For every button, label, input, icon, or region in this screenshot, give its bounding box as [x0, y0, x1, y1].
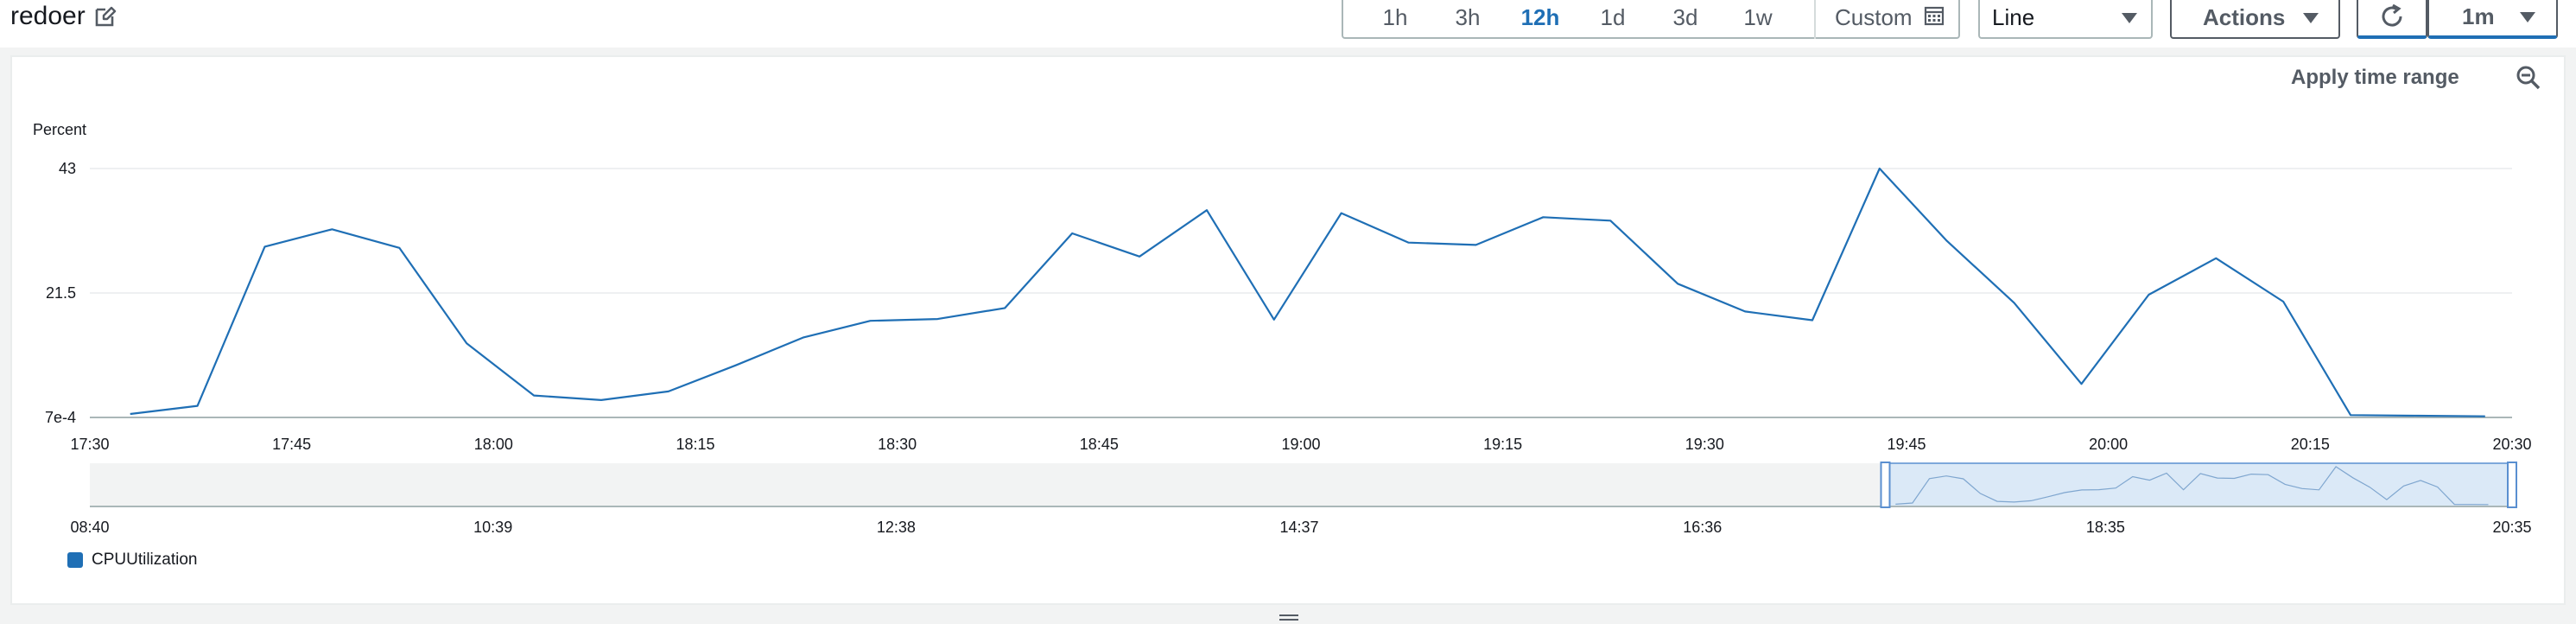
- gridlines: [90, 168, 2512, 418]
- x-axis-ticks: 17:30 17:45 18:00 18:15 18:30 18:45 19:00 19:15…: [70, 436, 2531, 453]
- navigator-selection[interactable]: [1884, 462, 2513, 507]
- y-tick-label: 21.5: [46, 284, 76, 302]
- resize-handle-icon[interactable]: [1279, 614, 1298, 622]
- x-tick-label: 19:45: [1887, 436, 1926, 453]
- legend-label: CPUUtilization: [92, 551, 198, 569]
- navigator-handle-left[interactable]: [1880, 462, 1891, 508]
- navigator-ticks: 08:40 10:39 12:38 14:37 16:36 18:35 20:35: [70, 519, 2531, 536]
- navigator-tick-label: 10:39: [473, 519, 512, 536]
- x-tick-label: 18:15: [676, 436, 714, 453]
- x-tick-label: 18:30: [878, 436, 917, 453]
- x-tick-label: 20:30: [2492, 436, 2531, 453]
- navigator-tick-label: 08:40: [70, 519, 109, 536]
- navigator-tick-label: 20:35: [2492, 519, 2531, 536]
- navigator-handle-right[interactable]: [2507, 462, 2517, 508]
- x-tick-label: 20:00: [2089, 436, 2128, 453]
- line-chart: Percent 4321.57e-4 17:30 17:45 18:00 18:15 1…: [33, 121, 2532, 536]
- x-tick-label: 18:00: [474, 436, 513, 453]
- x-tick-label: 19:30: [1685, 436, 1724, 453]
- time-navigator[interactable]: 08:40 10:39 12:38 14:37 16:36 18:35 20:35: [70, 462, 2532, 536]
- x-tick-label: 19:15: [1483, 436, 1522, 453]
- navigator-tick-label: 14:37: [1280, 519, 1319, 536]
- y-tick-label: 43: [59, 160, 76, 177]
- x-tick-label: 18:45: [1080, 436, 1119, 453]
- navigator-tick-label: 12:38: [877, 519, 916, 536]
- x-tick-label: 20:15: [2291, 436, 2330, 453]
- y-axis-ticks: 43 21.5 7e-4: [45, 160, 76, 426]
- legend[interactable]: CPUUtilization: [67, 551, 197, 570]
- x-tick-label: 19:00: [1281, 436, 1320, 453]
- y-axis-label: Percent: [33, 121, 86, 138]
- y-tick-label: 7e-4: [45, 409, 76, 426]
- navigator-tick-label: 16:36: [1683, 519, 1722, 536]
- navigator-tick-label: 18:35: [2086, 519, 2125, 536]
- x-tick-label: 17:30: [70, 436, 109, 453]
- x-tick-label: 17:45: [272, 436, 311, 453]
- legend-swatch: [67, 552, 83, 568]
